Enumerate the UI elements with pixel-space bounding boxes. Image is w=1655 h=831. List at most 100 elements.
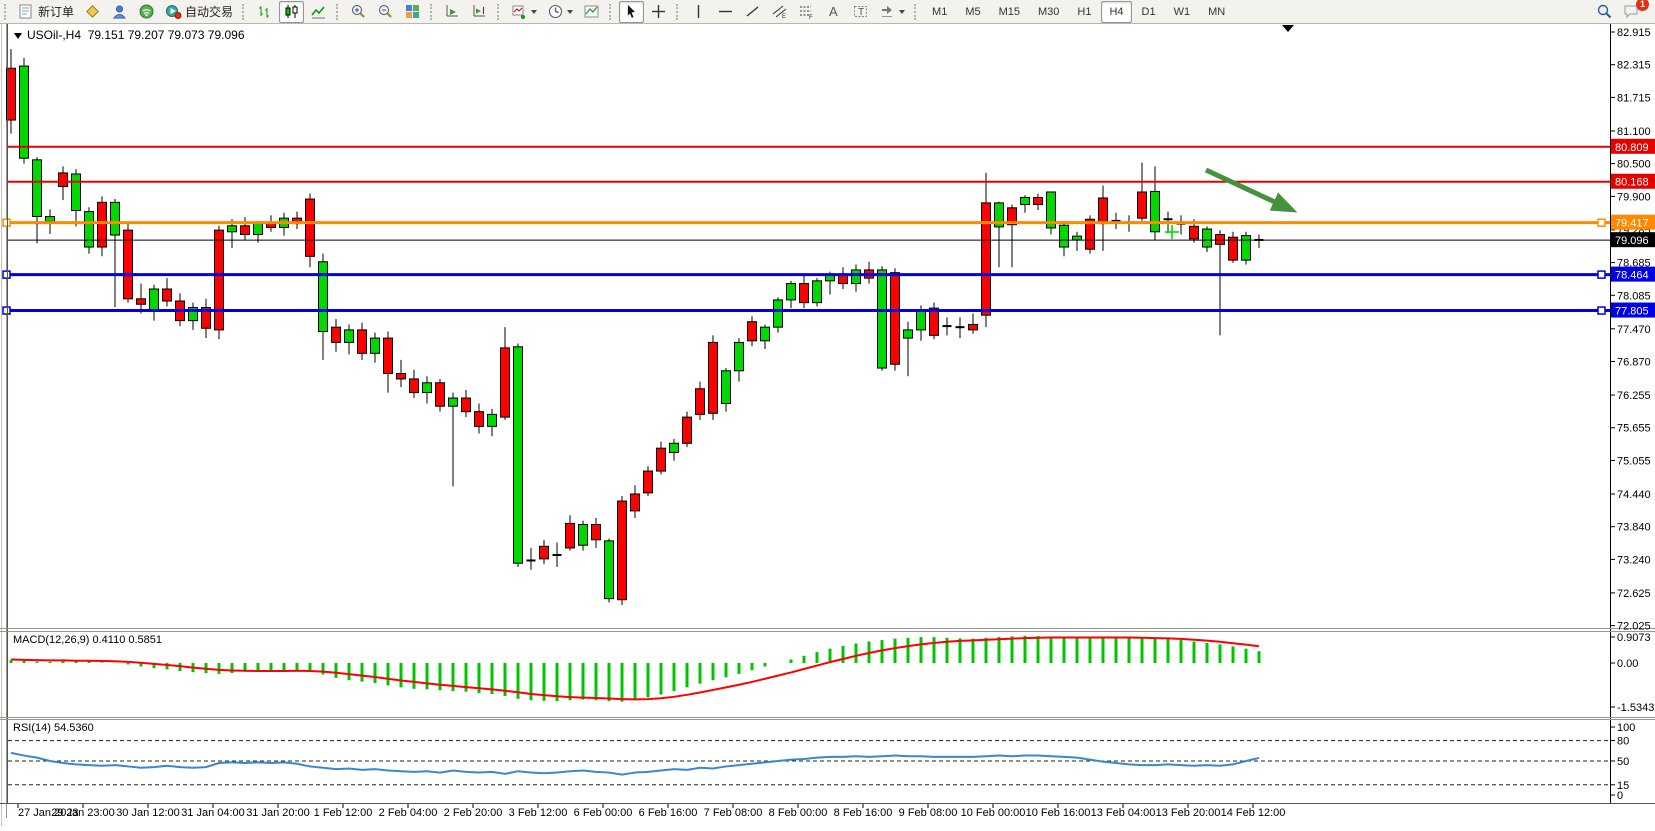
candle-body xyxy=(475,412,484,427)
candle-body xyxy=(1151,191,1160,231)
tf-h1[interactable]: H1 xyxy=(1069,1,1099,23)
label-button[interactable]: T xyxy=(848,1,873,23)
line-handle xyxy=(3,271,10,278)
candle-body xyxy=(566,523,575,548)
equidistant-channel-button[interactable]: E xyxy=(767,1,792,23)
search-button[interactable] xyxy=(1592,1,1617,23)
notifications-button[interactable]: 1 xyxy=(1619,1,1644,23)
svg-text:F: F xyxy=(809,15,813,20)
cursor-icon xyxy=(623,3,640,20)
price-axis-label: 77.470 xyxy=(1617,324,1651,336)
date-axis-label: 14 Feb 12:00 xyxy=(1221,807,1286,819)
vline-icon xyxy=(690,3,707,20)
template-button[interactable] xyxy=(579,1,604,23)
candle-body xyxy=(85,212,94,247)
toolbar-grip xyxy=(242,4,248,20)
candle-body xyxy=(384,338,393,373)
price-axis-label: 82.915 xyxy=(1617,27,1651,39)
date-axis-label: 13 Feb 04:00 xyxy=(1091,807,1156,819)
candle-body xyxy=(371,338,380,353)
candle-body xyxy=(826,275,835,280)
candle-body xyxy=(787,284,796,300)
candle-body xyxy=(761,327,770,341)
tile-windows-button[interactable] xyxy=(400,1,425,23)
text-button[interactable]: A xyxy=(821,1,846,23)
candle-body xyxy=(709,342,718,413)
bar-chart-button[interactable] xyxy=(252,1,277,23)
line-chart-button[interactable] xyxy=(306,1,331,23)
candle-body xyxy=(410,379,419,393)
candle-body xyxy=(735,342,744,370)
candle-body xyxy=(423,383,432,393)
candle-body xyxy=(72,174,81,211)
fibonacci-button[interactable]: F xyxy=(794,1,819,23)
toolbar-grip xyxy=(609,4,615,20)
tf-m30[interactable]: M30 xyxy=(1030,1,1067,23)
tf-m15[interactable]: M15 xyxy=(991,1,1028,23)
horizontal-line-button[interactable] xyxy=(713,1,738,23)
tf-d1[interactable]: D1 xyxy=(1134,1,1164,23)
svg-text:0: 0 xyxy=(1617,790,1623,802)
zoom-in-button[interactable] xyxy=(346,1,371,23)
new-order-button[interactable]: 新订单 xyxy=(14,1,78,23)
tf-h4[interactable]: H4 xyxy=(1101,1,1131,23)
candle-body xyxy=(748,322,757,341)
candle-body xyxy=(1216,235,1225,245)
tf-m5[interactable]: M5 xyxy=(957,1,988,23)
candle-body xyxy=(306,199,315,256)
signals-button[interactable] xyxy=(134,1,159,23)
chart-shift-button[interactable] xyxy=(467,1,492,23)
date-axis-label: 1 Feb 12:00 xyxy=(314,807,373,819)
date-axis-label: 6 Feb 00:00 xyxy=(574,807,633,819)
timeframe-label: MN xyxy=(1204,6,1229,18)
date-axis-label: 6 Feb 16:00 xyxy=(639,807,698,819)
arrows-button[interactable] xyxy=(875,1,909,23)
svg-text:79.096: 79.096 xyxy=(1615,235,1649,247)
candle-body xyxy=(462,398,471,412)
crosshair-button[interactable] xyxy=(646,1,671,23)
add-indicator-button[interactable] xyxy=(507,1,541,23)
candle-body xyxy=(1021,197,1030,204)
auto-scroll-button[interactable] xyxy=(440,1,465,23)
toolbar-group-timeframes: M1M5M15 M30 H1H4D1 W1 MN xyxy=(923,0,1234,23)
tf-w1[interactable]: W1 xyxy=(1166,1,1199,23)
trendline-button[interactable] xyxy=(740,1,765,23)
toolbar-grip xyxy=(430,4,436,20)
price-axis-label: 76.870 xyxy=(1617,357,1651,369)
auto-scroll-icon xyxy=(444,3,461,20)
candlestick-chart-button[interactable] xyxy=(279,1,304,23)
market-watch-button[interactable] xyxy=(80,1,105,23)
text-a-icon: A xyxy=(825,3,842,20)
toolbar-group-zoom xyxy=(345,0,426,23)
timeframe-label: M30 xyxy=(1034,6,1063,18)
toolbar-group-scroll xyxy=(439,0,493,23)
timeframe-label: W1 xyxy=(1170,6,1195,18)
svg-text:0.00: 0.00 xyxy=(1617,658,1638,670)
date-axis-label: 2 Feb 04:00 xyxy=(379,807,438,819)
candle-body xyxy=(904,330,913,338)
date-axis-label: 10 Feb 00:00 xyxy=(961,807,1026,819)
candle-body xyxy=(358,330,367,353)
auto-trading-button[interactable]: 自动交易 xyxy=(161,1,237,23)
candle-body xyxy=(332,327,341,342)
candle-body xyxy=(514,347,523,563)
tf-m1[interactable]: M1 xyxy=(924,1,955,23)
price-chart-canvas[interactable]: 0.90730.00-1.5343100805015082.91582.3158… xyxy=(0,0,1655,826)
zoom-out-button[interactable] xyxy=(373,1,398,23)
bars-icon xyxy=(256,3,273,20)
vertical-line-button[interactable] xyxy=(686,1,711,23)
price-axis-label: 72.025 xyxy=(1617,621,1651,633)
panel-borders xyxy=(0,24,1655,827)
period-button[interactable] xyxy=(543,1,577,23)
price-axis-label: 73.840 xyxy=(1617,522,1651,534)
tf-mn[interactable]: MN xyxy=(1200,1,1233,23)
cursor-button[interactable] xyxy=(619,1,644,23)
price-axis-label: 78.085 xyxy=(1617,290,1651,302)
arrows-icon xyxy=(879,3,896,20)
zoom-in-icon xyxy=(350,3,367,20)
chart-window[interactable]: 0.90730.00-1.5343100805015082.91582.3158… xyxy=(0,0,1655,826)
price-axis-label: 80.500 xyxy=(1617,159,1651,171)
navigator-button[interactable] xyxy=(107,1,132,23)
date-axis-label: 2 Feb 20:00 xyxy=(444,807,503,819)
trendline-icon xyxy=(744,3,761,20)
